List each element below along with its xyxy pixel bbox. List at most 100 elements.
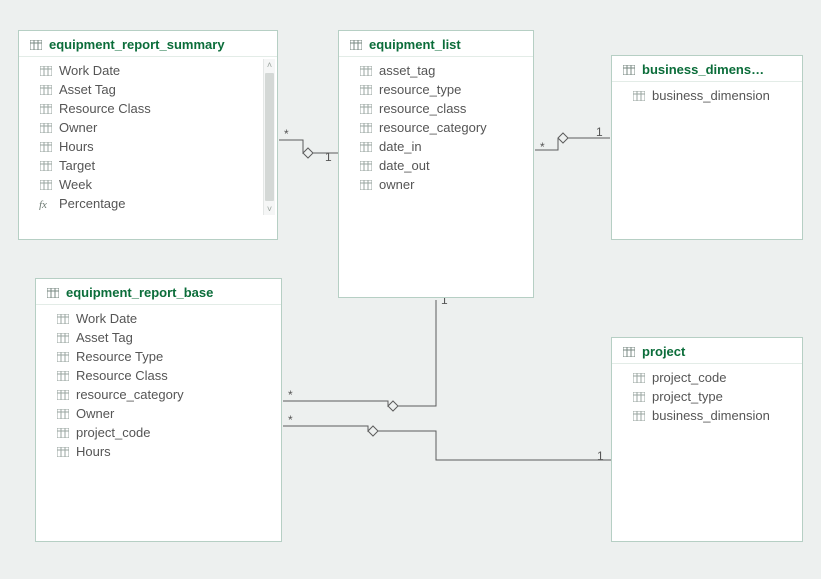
- field-row[interactable]: resource_category: [339, 118, 533, 137]
- column-icon: [39, 141, 53, 153]
- field-row[interactable]: date_out: [339, 156, 533, 175]
- field-label: Work Date: [76, 311, 137, 326]
- field-row[interactable]: Work Date: [19, 61, 277, 80]
- field-row[interactable]: business_dimension: [612, 86, 802, 105]
- field-row[interactable]: resource_class: [339, 99, 533, 118]
- column-icon: [39, 122, 53, 134]
- field-list: ˄ ˅ Work Date Asset Tag Resource Class Owne…: [19, 57, 277, 217]
- field-label: Target: [59, 158, 95, 173]
- card-star: *: [288, 388, 293, 402]
- column-icon: [39, 103, 53, 115]
- field-label: Owner: [76, 406, 114, 421]
- field-row[interactable]: Target: [19, 156, 277, 175]
- field-label: resource_category: [379, 120, 487, 135]
- card-one: 1: [325, 150, 332, 164]
- column-icon: [56, 446, 70, 458]
- field-row[interactable]: Work Date: [36, 309, 281, 328]
- column-icon: [359, 122, 373, 134]
- field-row[interactable]: owner: [339, 175, 533, 194]
- field-label: Resource Class: [76, 368, 168, 383]
- column-icon: [56, 313, 70, 325]
- field-list: Work Date Asset Tag Resource Type Resource …: [36, 305, 281, 465]
- column-icon: [39, 84, 53, 96]
- table-title: equipment_list: [369, 37, 461, 52]
- field-label: Percentage: [59, 196, 126, 211]
- card-star: *: [288, 413, 293, 427]
- column-icon: [359, 103, 373, 115]
- field-row[interactable]: project_type: [612, 387, 802, 406]
- rel-base-list: [283, 300, 436, 411]
- column-icon: [56, 408, 70, 420]
- measure-icon: fx: [39, 198, 53, 210]
- table-business-dimension[interactable]: business_dimens… business_dimension: [611, 55, 803, 240]
- field-label: Resource Type: [76, 349, 163, 364]
- scroll-thumb[interactable]: [265, 73, 274, 201]
- field-label: Owner: [59, 120, 97, 135]
- table-equipment-report-base[interactable]: equipment_report_base Work DateAsset Tag…: [35, 278, 282, 542]
- svg-text:fx: fx: [39, 199, 47, 210]
- field-row[interactable]: resource_type: [339, 80, 533, 99]
- field-row[interactable]: Week: [19, 175, 277, 194]
- column-icon: [56, 351, 70, 363]
- field-row[interactable]: Owner: [36, 404, 281, 423]
- field-label: resource_type: [379, 82, 461, 97]
- field-row[interactable]: date_in: [339, 137, 533, 156]
- field-row[interactable]: resource_category: [36, 385, 281, 404]
- field-label: resource_class: [379, 101, 466, 116]
- field-row[interactable]: asset_tag: [339, 61, 533, 80]
- column-icon: [359, 141, 373, 153]
- field-row[interactable]: project_code: [36, 423, 281, 442]
- table-equipment-list[interactable]: equipment_list asset_tag resource_typeres…: [338, 30, 534, 298]
- table-icon: [29, 39, 43, 51]
- field-label: date_in: [379, 139, 422, 154]
- table-icon: [46, 287, 60, 299]
- table-icon: [622, 346, 636, 358]
- scroll-down-icon[interactable]: ˅: [264, 203, 275, 215]
- scrollbar[interactable]: ˄ ˅: [263, 59, 275, 215]
- card-star: *: [540, 140, 545, 154]
- column-icon: [56, 370, 70, 382]
- field-row[interactable]: Hours: [36, 442, 281, 461]
- table-title: project: [642, 344, 685, 359]
- column-icon: [632, 391, 646, 403]
- column-icon: [632, 372, 646, 384]
- field-label: project_code: [76, 425, 150, 440]
- diagram-canvas[interactable]: { "tables": { "summary": { "title": "equ…: [0, 0, 821, 579]
- field-label: business_dimension: [652, 88, 770, 103]
- field-row[interactable]: project_code: [612, 368, 802, 387]
- field-row[interactable]: Asset Tag: [36, 328, 281, 347]
- field-label: Asset Tag: [59, 82, 116, 97]
- field-label: business_dimension: [652, 408, 770, 423]
- field-row[interactable]: Hours: [19, 137, 277, 156]
- field-label: Hours: [59, 139, 94, 154]
- column-icon: [39, 160, 53, 172]
- field-label: owner: [379, 177, 414, 192]
- field-row[interactable]: Resource Class: [36, 366, 281, 385]
- field-label: project_type: [652, 389, 723, 404]
- column-icon: [359, 179, 373, 191]
- column-icon: [359, 65, 373, 77]
- table-project[interactable]: project project_code project_type business…: [611, 337, 803, 542]
- card-one: 1: [596, 125, 603, 139]
- column-icon: [359, 160, 373, 172]
- field-label: Resource Class: [59, 101, 151, 116]
- column-icon: [632, 410, 646, 422]
- table-icon: [349, 39, 363, 51]
- table-icon: [622, 64, 636, 76]
- field-label: Week: [59, 177, 92, 192]
- field-row[interactable]: Owner: [19, 118, 277, 137]
- field-row[interactable]: Resource Class: [19, 99, 277, 118]
- field-label: resource_category: [76, 387, 184, 402]
- field-row[interactable]: business_dimension: [612, 406, 802, 425]
- rel-base-project: [283, 426, 611, 460]
- column-icon: [56, 427, 70, 439]
- field-label: project_code: [652, 370, 726, 385]
- field-list: business_dimension: [612, 82, 802, 109]
- field-row[interactable]: fx Percentage: [19, 194, 277, 213]
- field-label: Hours: [76, 444, 111, 459]
- table-equipment-report-summary[interactable]: equipment_report_summary ˄ ˅ Work DateAs…: [18, 30, 278, 240]
- scroll-up-icon[interactable]: ˄: [264, 59, 275, 71]
- table-title: business_dimens…: [642, 62, 764, 77]
- field-row[interactable]: Resource Type: [36, 347, 281, 366]
- field-row[interactable]: Asset Tag: [19, 80, 277, 99]
